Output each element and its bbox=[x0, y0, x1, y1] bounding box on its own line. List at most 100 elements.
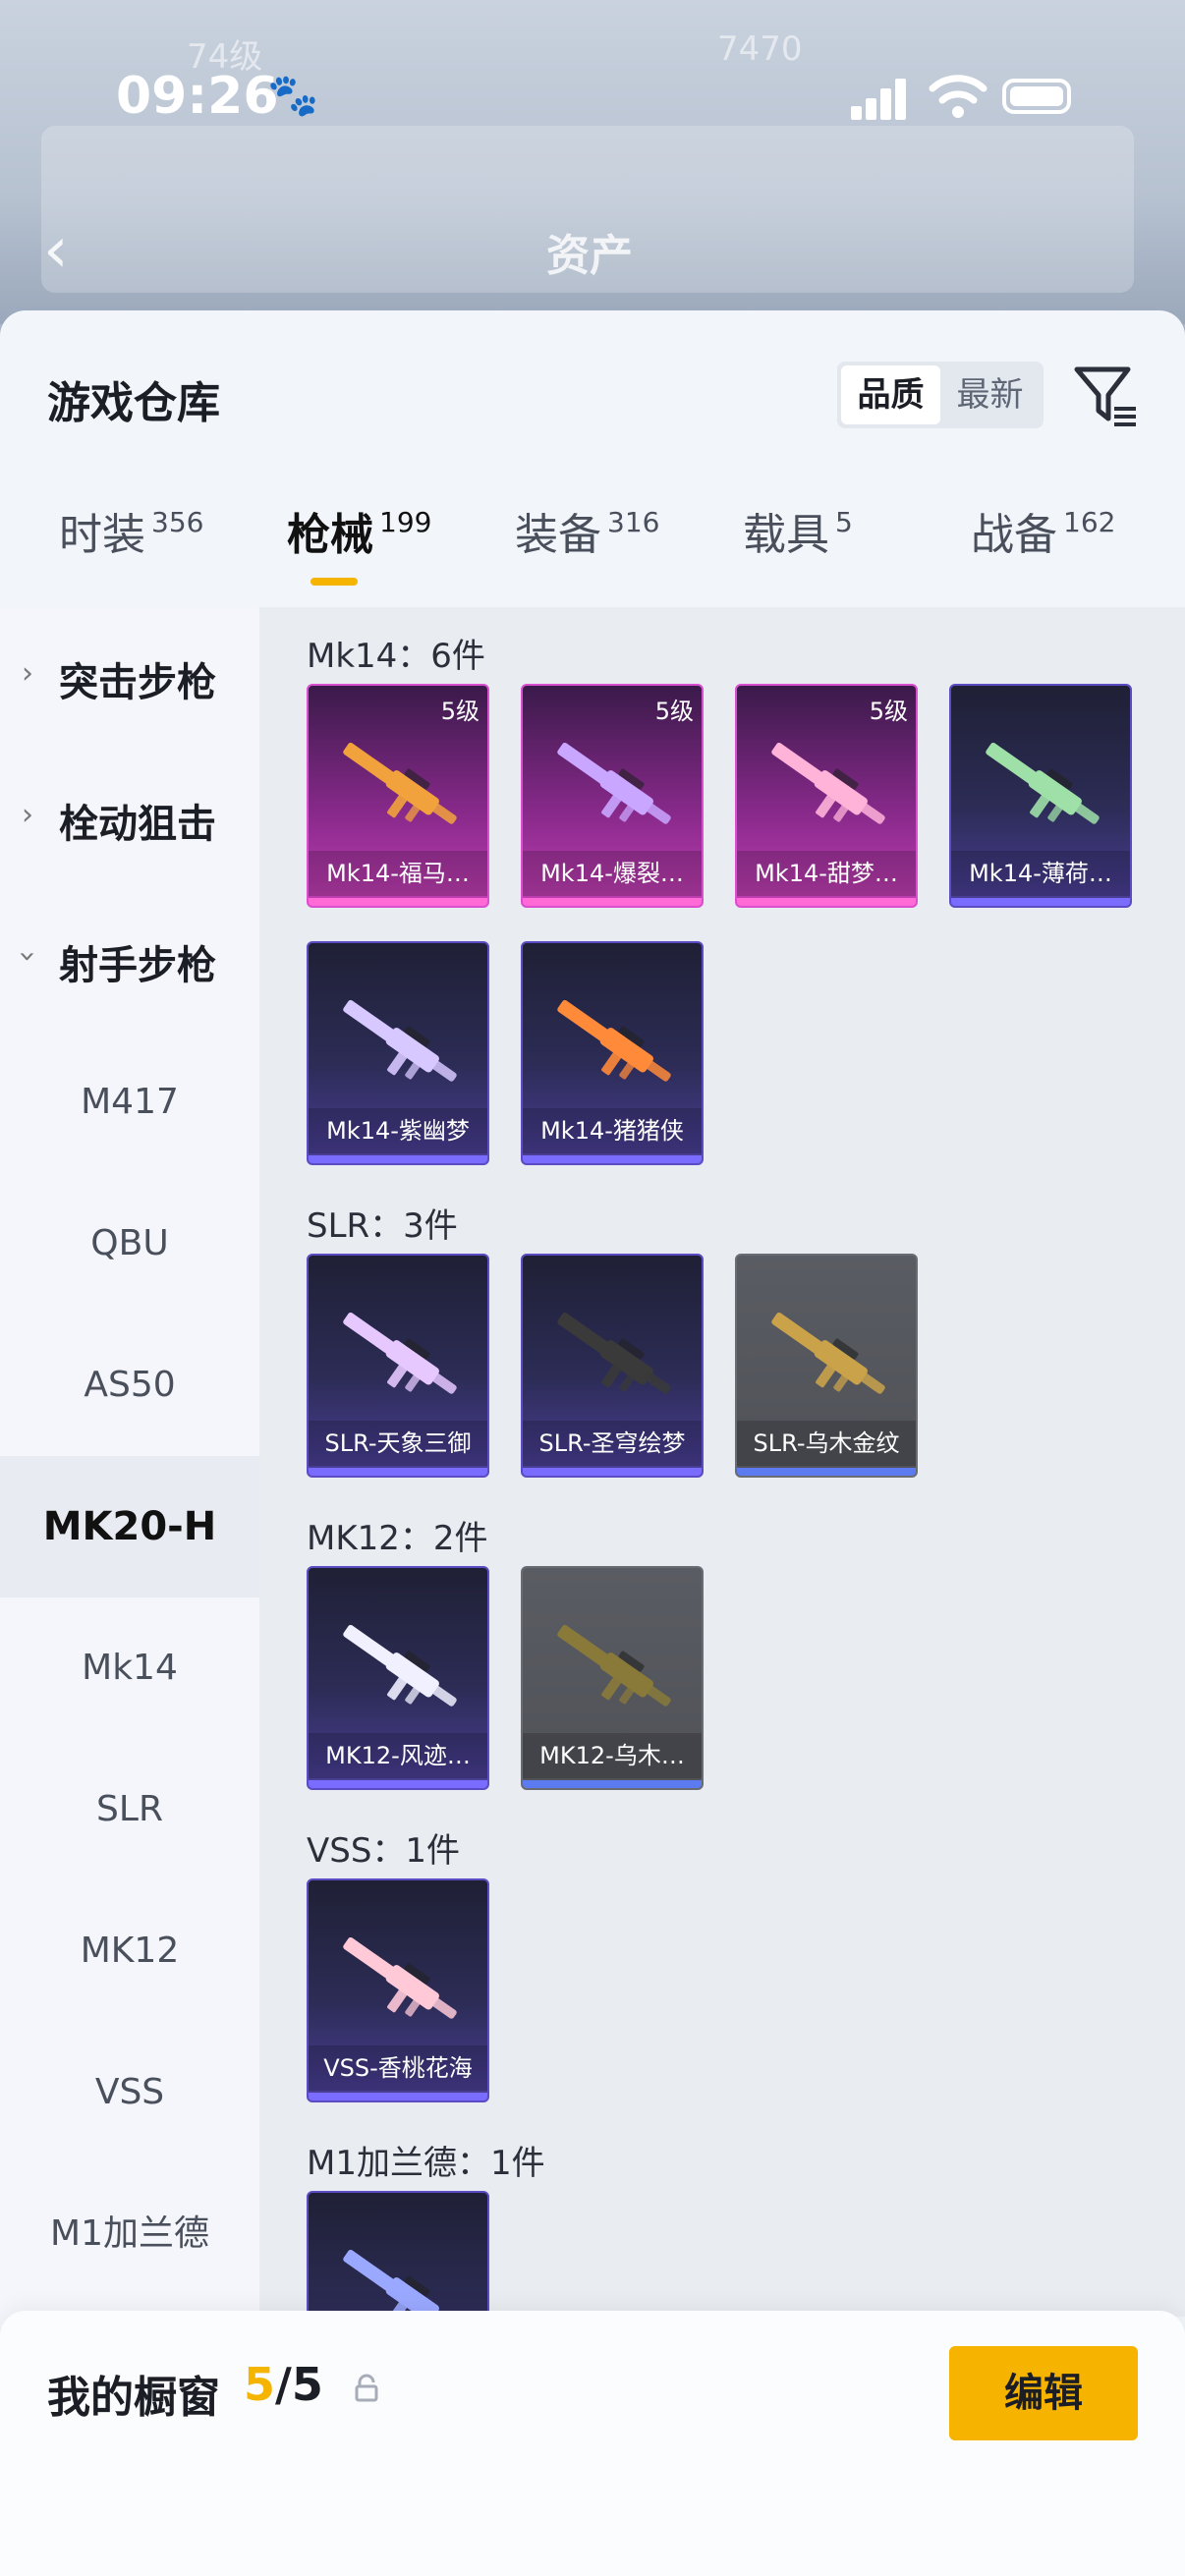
rarity-bar bbox=[523, 1468, 702, 1476]
rifle-icon bbox=[771, 743, 885, 824]
tab-count: 356 bbox=[151, 506, 204, 538]
weapon-grid: Mk14：6件 SLR：3件 MK12：2件 VSS：1件 M1加兰德：1件 5… bbox=[259, 607, 1185, 2317]
tab-label: 时装 bbox=[59, 510, 145, 560]
sidebar-item-marksman-rifle[interactable]: › 射手步枪 bbox=[0, 890, 259, 1032]
sidebar-sub-m1-garand[interactable]: M1加兰德 bbox=[0, 2163, 259, 2305]
weapon-item[interactable]: SLR-天象三御 bbox=[307, 1254, 489, 1478]
rarity-bar bbox=[309, 1468, 487, 1476]
group-title-mk12: MK12：2件 bbox=[307, 1519, 488, 1558]
sidebar-sub-mk12[interactable]: MK12 bbox=[0, 1880, 259, 2022]
weapon-item[interactable]: Mk14-紫幽梦 bbox=[307, 941, 489, 1165]
rifle-icon bbox=[557, 743, 671, 824]
weapon-sidebar: › 突击步枪 › 栓动狙击 › 射手步枪 M417 QBU AS50 MK20-… bbox=[0, 607, 259, 2317]
clock: 09:26 bbox=[116, 67, 279, 126]
weapon-item[interactable]: Mk14-薄荷… bbox=[949, 684, 1132, 908]
weapon-name: Mk14-紫幽梦 bbox=[309, 1108, 487, 1153]
weapon-item[interactable]: 5级 Mk14-爆裂… bbox=[521, 684, 704, 908]
weapon-item[interactable] bbox=[307, 2191, 489, 2317]
rarity-bar bbox=[951, 898, 1130, 906]
rifle-icon bbox=[343, 2250, 457, 2317]
showcase-label: 我的橱窗 bbox=[47, 2373, 220, 2423]
rarity-bar bbox=[309, 1155, 487, 1163]
tab-vehicles[interactable]: 载具 5 bbox=[743, 499, 853, 597]
lock-icon[interactable] bbox=[352, 2374, 381, 2403]
rarity-bar bbox=[737, 1468, 916, 1476]
rarity-bar bbox=[309, 898, 487, 906]
rarity-bar bbox=[523, 1780, 702, 1788]
rifle-icon bbox=[343, 1625, 457, 1707]
back-icon[interactable]: ‹ bbox=[43, 214, 69, 287]
rifle-icon bbox=[343, 1937, 457, 2019]
tab-label: 载具 bbox=[743, 510, 829, 560]
chevron-right-icon: › bbox=[22, 656, 33, 691]
level-badge: 5级 bbox=[869, 698, 908, 725]
rifle-icon bbox=[986, 743, 1100, 824]
showcase-count: 5/5 bbox=[244, 2358, 323, 2411]
rifle-icon bbox=[343, 1313, 457, 1394]
sidebar-sub-slr[interactable]: SLR bbox=[0, 1739, 259, 1880]
sidebar-item-bolt-sniper[interactable]: › 栓动狙击 bbox=[0, 749, 259, 890]
sidebar-sub-m417[interactable]: M417 bbox=[0, 1032, 259, 1173]
weapon-item[interactable]: MK12-风迹… bbox=[307, 1566, 489, 1790]
tab-label: 装备 bbox=[515, 510, 601, 560]
sort-newest-button[interactable]: 最新 bbox=[940, 365, 1040, 424]
weapon-item[interactable]: SLR-圣穹绘梦 bbox=[521, 1254, 704, 1478]
rarity-bar bbox=[523, 1155, 702, 1163]
sort-quality-button[interactable]: 品质 bbox=[841, 365, 940, 424]
wifi-icon bbox=[929, 75, 988, 118]
group-title-vss: VSS：1件 bbox=[307, 1831, 461, 1871]
weapon-name: Mk14-爆裂… bbox=[523, 851, 702, 896]
showcase-bar: 我的橱窗 5/5 编辑 bbox=[0, 2311, 1185, 2576]
weapon-name: SLR-乌木金纹 bbox=[737, 1421, 916, 1466]
weapon-name: SLR-圣穹绘梦 bbox=[523, 1421, 702, 1466]
weapon-name: Mk14-福马… bbox=[309, 851, 487, 896]
category-tabs: 时装 356 枪械 199 装备 316 载具 5 战备 162 bbox=[0, 499, 1185, 597]
weapon-item[interactable]: SLR-乌木金纹 bbox=[735, 1254, 918, 1478]
weapon-name: VSS-香桃花海 bbox=[309, 2045, 487, 2091]
rarity-bar bbox=[309, 2093, 487, 2100]
weapon-name: Mk14-猪猪侠 bbox=[523, 1108, 702, 1153]
active-tab-indicator bbox=[310, 578, 358, 586]
background-header: 74级 7470 ‹ 资产 bbox=[0, 0, 1185, 324]
tab-label: 枪械 bbox=[287, 510, 373, 560]
rarity-bar bbox=[737, 898, 916, 906]
chevron-right-icon: › bbox=[22, 798, 33, 832]
sidebar-sub-as50[interactable]: AS50 bbox=[0, 1315, 259, 1456]
weapon-name: SLR-天象三御 bbox=[309, 1421, 487, 1466]
edit-button[interactable]: 编辑 bbox=[949, 2346, 1138, 2440]
showcase-total: /5 bbox=[275, 2358, 323, 2411]
filter-icon[interactable] bbox=[1071, 362, 1140, 430]
sidebar-sub-mk14[interactable]: Mk14 bbox=[0, 1597, 259, 1739]
status-bar: 09:26 🐾 bbox=[0, 59, 1185, 138]
tab-equipment[interactable]: 装备 316 bbox=[515, 499, 659, 597]
page-title: 资产 bbox=[546, 231, 633, 281]
weapon-item[interactable]: MK12-乌木… bbox=[521, 1566, 704, 1790]
tab-count: 162 bbox=[1063, 506, 1116, 538]
sidebar-sub-qbu[interactable]: QBU bbox=[0, 1173, 259, 1315]
tab-label: 战备 bbox=[971, 510, 1057, 560]
rifle-icon bbox=[343, 1000, 457, 1082]
weapon-item[interactable]: Mk14-猪猪侠 bbox=[521, 941, 704, 1165]
rifle-icon bbox=[557, 1000, 671, 1082]
sort-toggle: 品质 最新 bbox=[837, 362, 1044, 428]
tab-combat-gear[interactable]: 战备 162 bbox=[971, 499, 1115, 597]
sidebar-sub-mk20h[interactable]: MK20-H bbox=[0, 1456, 259, 1597]
tab-fashion[interactable]: 时装 356 bbox=[59, 499, 203, 597]
rifle-icon bbox=[343, 743, 457, 824]
sidebar-item-assault-rifle[interactable]: › 突击步枪 bbox=[0, 607, 259, 749]
group-title-m1-garand: M1加兰德：1件 bbox=[307, 2144, 545, 2183]
tab-count: 316 bbox=[607, 506, 660, 538]
sidebar-sub-vss[interactable]: VSS bbox=[0, 2022, 259, 2163]
showcase-current: 5 bbox=[244, 2358, 276, 2411]
rifle-icon bbox=[771, 1313, 885, 1394]
weapon-item[interactable]: VSS-香桃花海 bbox=[307, 1878, 489, 2102]
sidebar-item-label: 栓动狙击 bbox=[59, 802, 216, 847]
weapon-name: Mk14-薄荷… bbox=[951, 851, 1130, 896]
weapon-item[interactable]: 5级 Mk14-福马… bbox=[307, 684, 489, 908]
tab-weapons[interactable]: 枪械 199 bbox=[287, 499, 431, 597]
sidebar-item-label: 射手步枪 bbox=[59, 943, 216, 988]
tab-count: 5 bbox=[835, 506, 853, 538]
weapon-name: MK12-风迹… bbox=[309, 1733, 487, 1778]
level-badge: 5级 bbox=[440, 698, 480, 725]
weapon-item[interactable]: 5级 Mk14-甜梦… bbox=[735, 684, 918, 908]
